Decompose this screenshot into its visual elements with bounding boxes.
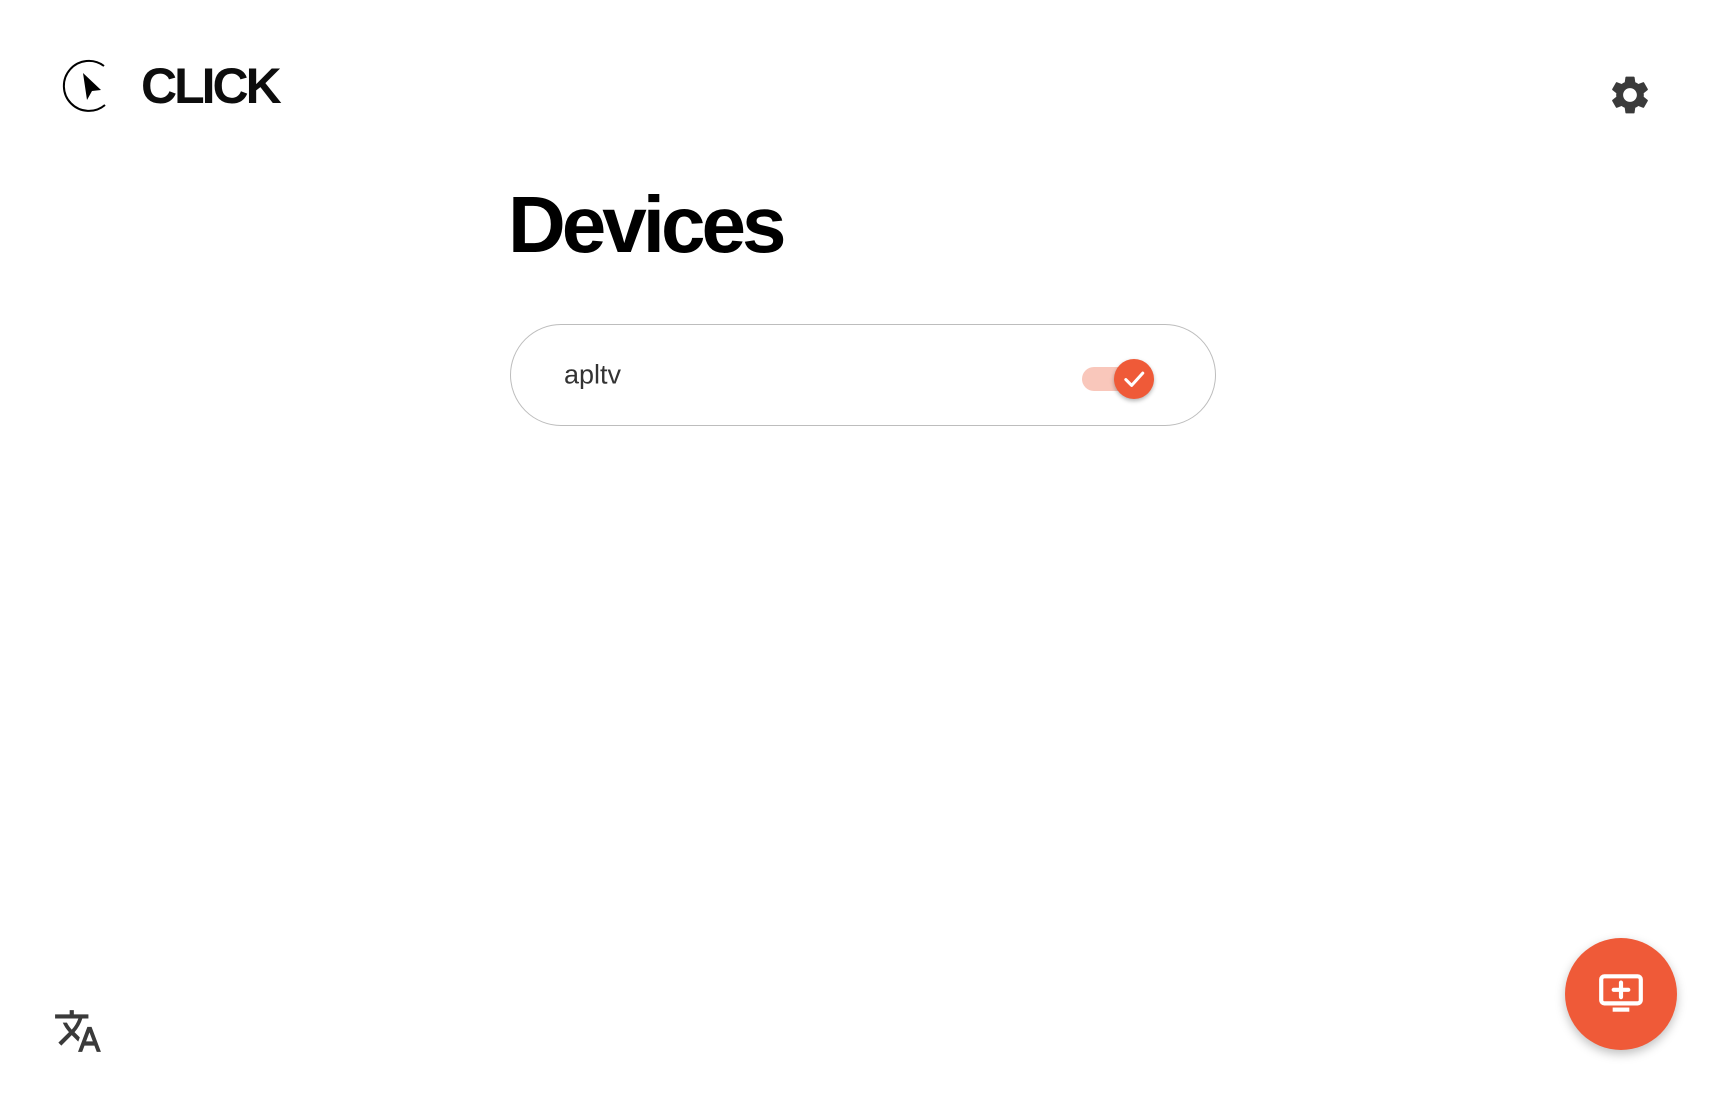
devices-page: CLICK Devices apltv — [0, 0, 1720, 1094]
brand: CLICK — [59, 56, 282, 116]
brand-name: CLICK — [141, 58, 282, 114]
translate-icon — [55, 1010, 101, 1052]
device-card[interactable]: apltv — [510, 324, 1216, 426]
device-name: apltv — [564, 359, 622, 390]
add-device-button[interactable] — [1565, 938, 1677, 1050]
cursor-play-circle-icon — [62, 59, 106, 112]
device-enabled-toggle[interactable] — [1082, 359, 1154, 399]
add-to-screen-icon — [1599, 974, 1643, 1012]
gear-icon — [1612, 76, 1648, 114]
settings-button[interactable] — [1606, 71, 1654, 119]
check-icon — [1124, 371, 1145, 387]
language-button[interactable] — [52, 1005, 104, 1057]
page-title: Devices — [508, 180, 786, 269]
toggle-thumb — [1114, 359, 1154, 399]
